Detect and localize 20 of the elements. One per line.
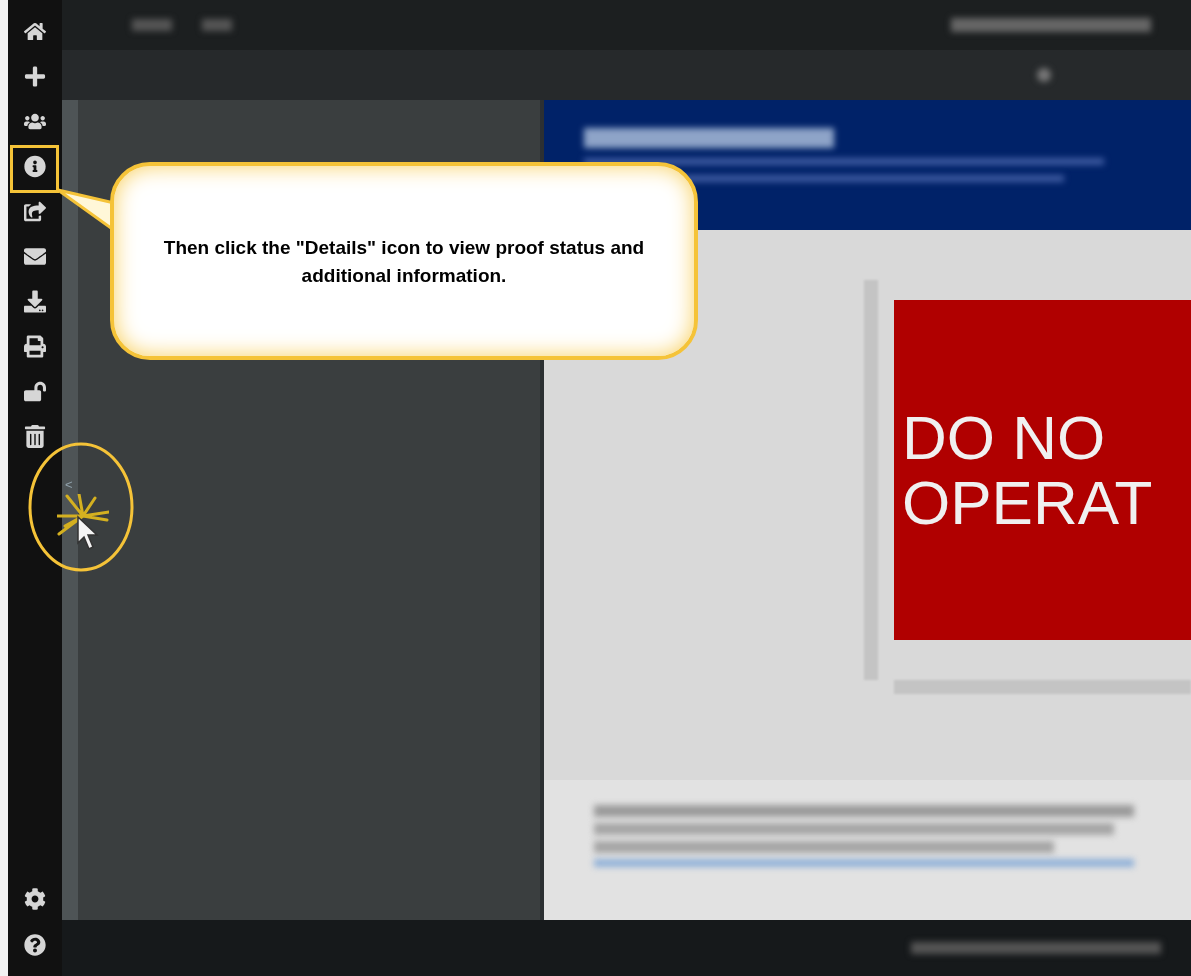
collapse-button[interactable]: <	[65, 478, 73, 491]
help-icon[interactable]	[24, 934, 46, 956]
callout-text: Then click the "Details" icon to view proof status and additional information.	[162, 236, 646, 288]
sign-text: OPERAT	[902, 470, 1154, 536]
trash-icon[interactable]	[24, 425, 46, 448]
info-icon[interactable]	[24, 155, 46, 178]
printer-icon[interactable]	[24, 335, 46, 358]
home-icon[interactable]	[24, 20, 46, 43]
mail-icon[interactable]	[24, 245, 46, 268]
click-burst-icon	[57, 494, 109, 538]
sign-text: DO NO	[902, 404, 1107, 470]
share-icon[interactable]	[24, 200, 46, 223]
download-icon[interactable]	[24, 290, 46, 313]
unlock-icon[interactable]	[24, 380, 46, 403]
blurred-menu-text	[202, 19, 232, 31]
highlight-frame	[10, 145, 59, 193]
plus-icon[interactable]	[24, 65, 46, 88]
blurred-menu-text	[132, 19, 172, 31]
blurred-toolbar-icon	[1037, 68, 1051, 82]
settings-icon[interactable]	[24, 888, 46, 910]
